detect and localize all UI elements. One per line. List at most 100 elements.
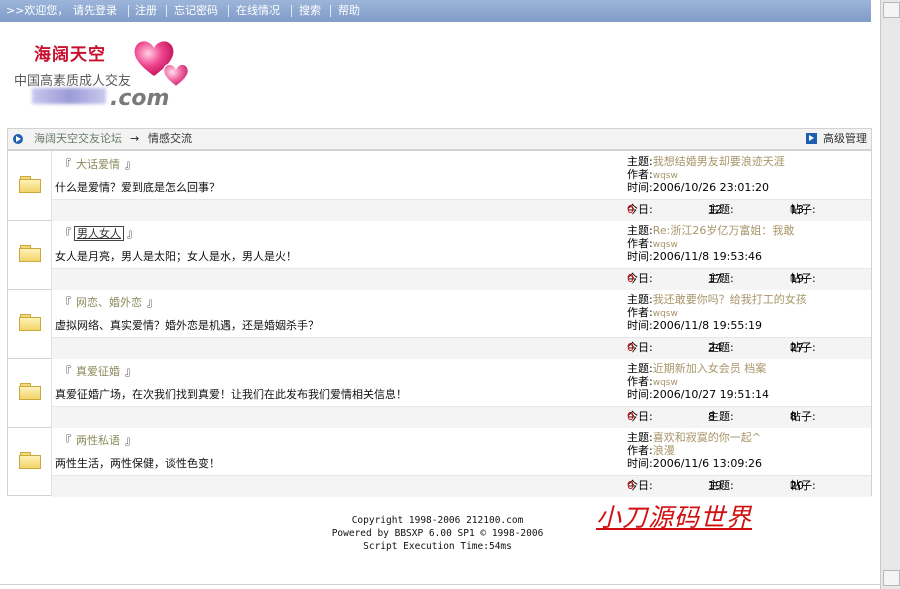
topic-count: 19 <box>708 479 722 492</box>
last-author-link[interactable]: wqsw <box>653 378 678 388</box>
window-scrollbar[interactable] <box>880 0 900 589</box>
forum-stats: 今日: 0 主题: 17 帖子: 19 <box>52 268 871 290</box>
copyright-text: Copyright 1998-2006 212100.com <box>351 515 524 526</box>
folder-icon <box>19 383 41 400</box>
forum-name-link[interactable]: 网恋、婚外恋 <box>74 296 144 309</box>
powered-by-text: Powered by BBSXP 6.00 SP1 © 1998-2006 <box>331 528 544 539</box>
last-post-time: 2006/10/27 19:51:14 <box>652 388 770 401</box>
heart-icon <box>163 63 189 88</box>
advanced-admin-link[interactable]: 高级管理 <box>823 129 867 149</box>
topic-count: 17 <box>708 272 722 285</box>
top-nav-bar: >>欢迎您， 请先登录 注册 忘记密码 在线情况 搜索 帮助 <box>0 0 871 22</box>
forum-description: 什么是爱情？爱到底是怎么回事？ <box>55 181 220 194</box>
forum-icon-cell <box>8 358 52 427</box>
nav-separator <box>291 5 292 17</box>
breadcrumb-forum-home[interactable]: 海阔天空交友论坛 <box>34 129 122 149</box>
forum-icon-cell <box>8 427 52 496</box>
last-post-info: 主题:我还敢要你吗？给我打工的女孩 作者:wqsw 时间:2006/11/8 1… <box>627 293 807 332</box>
last-topic-link[interactable]: 我还敢要你吗？给我打工的女孩 <box>653 293 807 306</box>
forum-name-link[interactable]: 真爱征婚 <box>74 365 122 378</box>
site-logo[interactable]: 海阔天空 中国高素质成人交友 .com <box>10 36 195 116</box>
forum-info: 『大话爱情』 什么是爱情？爱到底是怎么回事？ <box>52 151 625 199</box>
scroll-up-icon[interactable] <box>883 2 900 18</box>
folder-icon <box>19 176 41 193</box>
forum-info: 『真爱征婚』 真爱征婚广场，在次我们找到真爱！让我们在此发布我们爱情相关信息！ <box>52 358 625 406</box>
forum-row: 『大话爱情』 什么是爱情？爱到底是怎么回事？ 主题:我想结婚男友却要浪迹天涯 作… <box>8 151 871 221</box>
last-author-link[interactable]: wqsw <box>653 240 678 250</box>
forum-icon-cell <box>8 151 52 220</box>
today-count: 0 <box>627 479 634 492</box>
nav-separator <box>330 5 331 17</box>
last-topic-link[interactable]: 喜欢和寂寞的你一起^ <box>653 431 761 444</box>
forum-row: 『男人女人』 女人是月亮，男人是太阳；女人是水，男人是火！ 主题:Re:浙江26… <box>8 220 871 290</box>
today-count: 0 <box>627 203 634 216</box>
execution-time-text: Script Execution Time:54ms <box>363 541 512 552</box>
forum-title: 『两性私语』 <box>60 434 136 447</box>
forgot-password-link[interactable]: 忘记密码 <box>174 0 218 22</box>
nav-separator <box>166 5 167 17</box>
forum-description: 虚拟网络、真实爱情？婚外恋是机遇，还是婚姻杀手？ <box>55 319 319 332</box>
forum-stats: 今日: 0 主题: 24 帖子: 27 <box>52 337 871 359</box>
forum-info: 『网恋、婚外恋』 虚拟网络、真实爱情？婚外恋是机遇，还是婚姻杀手？ <box>52 289 625 337</box>
forum-title: 『大话爱情』 <box>60 158 136 171</box>
login-link[interactable]: 请先登录 <box>73 0 117 22</box>
forum-title: 『真爱征婚』 <box>60 365 136 378</box>
forum-stats: 今日: 0 主题: 8 帖子: 8 <box>52 406 871 428</box>
bottom-divider <box>0 584 880 585</box>
post-count: 8 <box>790 410 797 423</box>
breadcrumb: 海阔天空交友论坛 → 情感交流 高级管理 <box>7 128 872 150</box>
forum-title: 『网恋、婚外恋』 <box>60 296 158 309</box>
last-author-link[interactable]: wqsw <box>653 309 678 319</box>
forum-row: 『网恋、婚外恋』 虚拟网络、真实爱情？婚外恋是机遇，还是婚姻杀手？ 主题:我还敢… <box>8 289 871 359</box>
welcome-text: >>欢迎您， <box>6 4 69 17</box>
breadcrumb-arrow: → <box>130 132 140 145</box>
logo-name: 海阔天空 <box>34 45 106 65</box>
nav-separator <box>228 5 229 17</box>
last-post-info: 主题:喜欢和寂寞的你一起^ 作者:浪漫 时间:2006/11/6 13:09:2… <box>627 431 763 470</box>
forum-list: 『大话爱情』 什么是爱情？爱到底是怎么回事？ 主题:我想结婚男友却要浪迹天涯 作… <box>7 150 872 497</box>
post-count: 13 <box>790 203 804 216</box>
breadcrumb-current[interactable]: 情感交流 <box>148 129 192 149</box>
today-count: 0 <box>627 410 634 423</box>
forum-name-link[interactable]: 大话爱情 <box>74 158 122 171</box>
search-link[interactable]: 搜索 <box>299 0 321 22</box>
forum-name-link[interactable]: 男人女人 <box>74 226 124 241</box>
last-post-time: 2006/11/6 13:09:26 <box>652 457 763 470</box>
today-count: 0 <box>627 341 634 354</box>
last-post-info: 主题:Re:浙江26岁亿万富姐：我敢 作者:wqsw 时间:2006/11/8 … <box>627 224 795 263</box>
last-post-time: 2006/11/8 19:53:46 <box>652 250 763 263</box>
arrow-right-icon <box>13 134 23 144</box>
scroll-down-icon[interactable] <box>883 570 900 586</box>
logo-domain-suffix: .com <box>110 86 170 111</box>
forum-description: 两性生活，两性保健，谈性色变！ <box>55 457 220 470</box>
forum-stats: 今日: 0 主题: 19 帖子: 20 <box>52 475 871 497</box>
nav-separator <box>128 5 129 17</box>
forum-description: 女人是月亮，男人是太阳；女人是水，男人是火！ <box>55 250 297 263</box>
watermark-text: 小刀源码世界 <box>596 503 753 532</box>
last-author-link[interactable]: 浪漫 <box>653 444 675 457</box>
forum-name-link[interactable]: 两性私语 <box>74 434 122 447</box>
help-link[interactable]: 帮助 <box>338 0 360 22</box>
forum-info: 『男人女人』 女人是月亮，男人是太阳；女人是水，男人是火！ <box>52 220 625 268</box>
today-count: 0 <box>627 272 634 285</box>
last-topic-link[interactable]: 近期新加入女会员 档案 <box>653 362 767 375</box>
post-count: 19 <box>790 272 804 285</box>
post-count: 20 <box>790 479 804 492</box>
topic-count: 12 <box>708 203 722 216</box>
online-status-link[interactable]: 在线情况 <box>236 0 280 22</box>
folder-icon <box>19 314 41 331</box>
forum-title: 『男人女人』 <box>60 226 138 241</box>
last-topic-link[interactable]: Re:浙江26岁亿万富姐：我敢 <box>653 224 795 237</box>
last-post-info: 主题:我想结婚男友却要浪迹天涯 作者:wqsw 时间:2006/10/26 23… <box>627 155 785 194</box>
last-post-time: 2006/11/8 19:55:19 <box>652 319 763 332</box>
register-link[interactable]: 注册 <box>135 0 157 22</box>
last-author-link[interactable]: wqsw <box>653 171 678 181</box>
forum-stats: 今日: 0 主题: 12 帖子: 13 <box>52 199 871 221</box>
forum-row: 『真爱征婚』 真爱征婚广场，在次我们找到真爱！让我们在此发布我们爱情相关信息！ … <box>8 358 871 428</box>
folder-icon <box>19 452 41 469</box>
forum-info: 『两性私语』 两性生活，两性保健，谈性色变！ <box>52 427 625 475</box>
forum-icon-cell <box>8 220 52 289</box>
last-post-info: 主题:近期新加入女会员 档案 作者:wqsw 时间:2006/10/27 19:… <box>627 362 770 401</box>
forum-row: 『两性私语』 两性生活，两性保健，谈性色变！ 主题:喜欢和寂寞的你一起^ 作者:… <box>8 427 871 497</box>
last-topic-link[interactable]: 我想结婚男友却要浪迹天涯 <box>653 155 785 168</box>
